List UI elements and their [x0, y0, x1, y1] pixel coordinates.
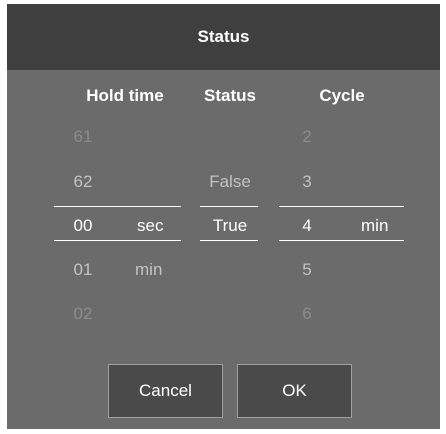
status-selection-line-top	[200, 206, 258, 207]
ok-button[interactable]: OK	[237, 364, 352, 418]
cancel-button[interactable]: Cancel	[108, 364, 223, 418]
hold-time-selection-line-top	[54, 206, 181, 207]
cancel-button-label: Cancel	[139, 381, 192, 400]
status-dialog: Status Hold time Status Cycle 61 62 00 s…	[7, 4, 440, 429]
cycle-selection-line-bottom	[279, 240, 404, 241]
dialog-title-bar: Status	[7, 4, 440, 70]
status-selection-line-bottom	[200, 240, 258, 241]
cycle-unit-selected[interactable]: min	[361, 216, 388, 236]
cycle-header: Cycle	[319, 86, 365, 105]
hold-time-selected[interactable]: 00	[67, 216, 99, 236]
hold-time-header: Hold time	[86, 86, 164, 105]
hold-time-selection-line-bottom	[54, 240, 181, 241]
cycle-option[interactable]: 2	[295, 127, 319, 147]
status-header: Status	[204, 86, 256, 105]
hold-time-option[interactable]: 01	[67, 260, 99, 280]
hold-time-option[interactable]: 61	[67, 127, 99, 147]
cycle-selection-line-top	[279, 206, 404, 207]
hold-time-unit-option[interactable]: min	[135, 260, 162, 280]
cycle-selected[interactable]: 4	[295, 216, 319, 236]
dialog-title: Status	[197, 27, 250, 46]
hold-time-option[interactable]: 02	[67, 304, 99, 324]
status-selected[interactable]: True	[200, 216, 260, 236]
cycle-option[interactable]: 6	[295, 304, 319, 324]
hold-time-unit-selected[interactable]: sec	[137, 216, 163, 236]
status-option[interactable]: False	[200, 172, 260, 192]
ok-button-label: OK	[282, 381, 307, 400]
hold-time-option[interactable]: 62	[67, 172, 99, 192]
cycle-option[interactable]: 3	[295, 172, 319, 192]
cycle-option[interactable]: 5	[295, 260, 319, 280]
